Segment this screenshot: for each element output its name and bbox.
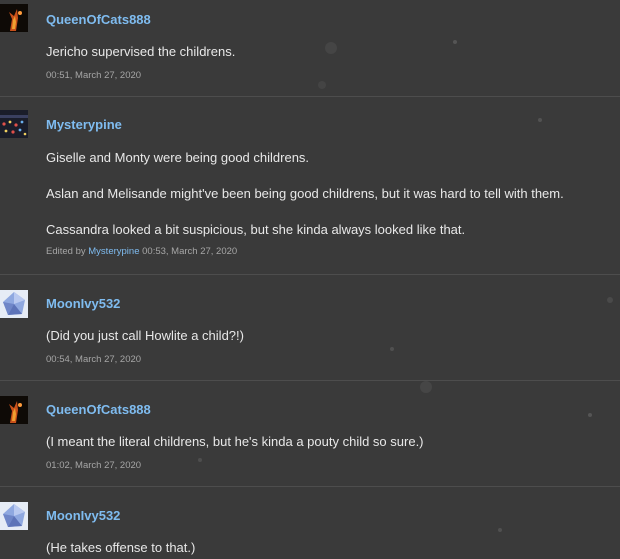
comment: MoonIvy532 (He takes offense to that.): [0, 487, 620, 559]
comment-text: (Did you just call Howlite a child?!): [46, 328, 244, 343]
comment-timestamp: 00:53, March 27, 2020: [142, 246, 238, 257]
username-link[interactable]: MoonIvy532: [46, 296, 120, 311]
comment-text: (He takes offense to that.): [46, 540, 196, 555]
cat-fire-avatar[interactable]: [0, 396, 28, 424]
comment-text: Cassandra looked a bit suspicious, but s…: [46, 222, 466, 237]
comment-text: (I meant the literal childrens, but he's…: [46, 434, 424, 449]
comment-text: Giselle and Monty were being good childr…: [46, 150, 310, 165]
edited-by-label: Edited by: [46, 246, 86, 257]
comment-edit-info: Edited by Mysterypine 00:53, March 27, 2…: [46, 246, 237, 257]
username-link[interactable]: MoonIvy532: [46, 508, 120, 523]
username-link[interactable]: QueenOfCats888: [46, 402, 151, 417]
comment-timestamp: 00:51, March 27, 2020: [46, 70, 142, 81]
blue-crystal-avatar[interactable]: [0, 502, 28, 530]
comment-text: Jericho supervised the childrens.: [46, 44, 236, 59]
cat-fire-avatar[interactable]: [0, 4, 28, 32]
comment-timestamp: 00:54, March 27, 2020: [46, 354, 142, 365]
comment: QueenOfCats888 Jericho supervised the ch…: [0, 0, 620, 97]
comment-text: Aslan and Melisande might've been being …: [46, 186, 564, 201]
comment: QueenOfCats888 (I meant the literal chil…: [0, 381, 620, 487]
username-link[interactable]: Mysterypine: [46, 117, 122, 132]
editor-username-link[interactable]: Mysterypine: [88, 246, 139, 257]
comment: MoonIvy532 (Did you just call Howlite a …: [0, 275, 620, 381]
city-lights-avatar[interactable]: [0, 110, 28, 138]
comment: Mysterypine Giselle and Monty were being…: [0, 97, 620, 275]
comment-timestamp: 01:02, March 27, 2020: [46, 460, 142, 471]
comment-feed: QueenOfCats888 Jericho supervised the ch…: [0, 0, 620, 559]
blue-crystal-avatar[interactable]: [0, 290, 28, 318]
username-link[interactable]: QueenOfCats888: [46, 12, 151, 27]
